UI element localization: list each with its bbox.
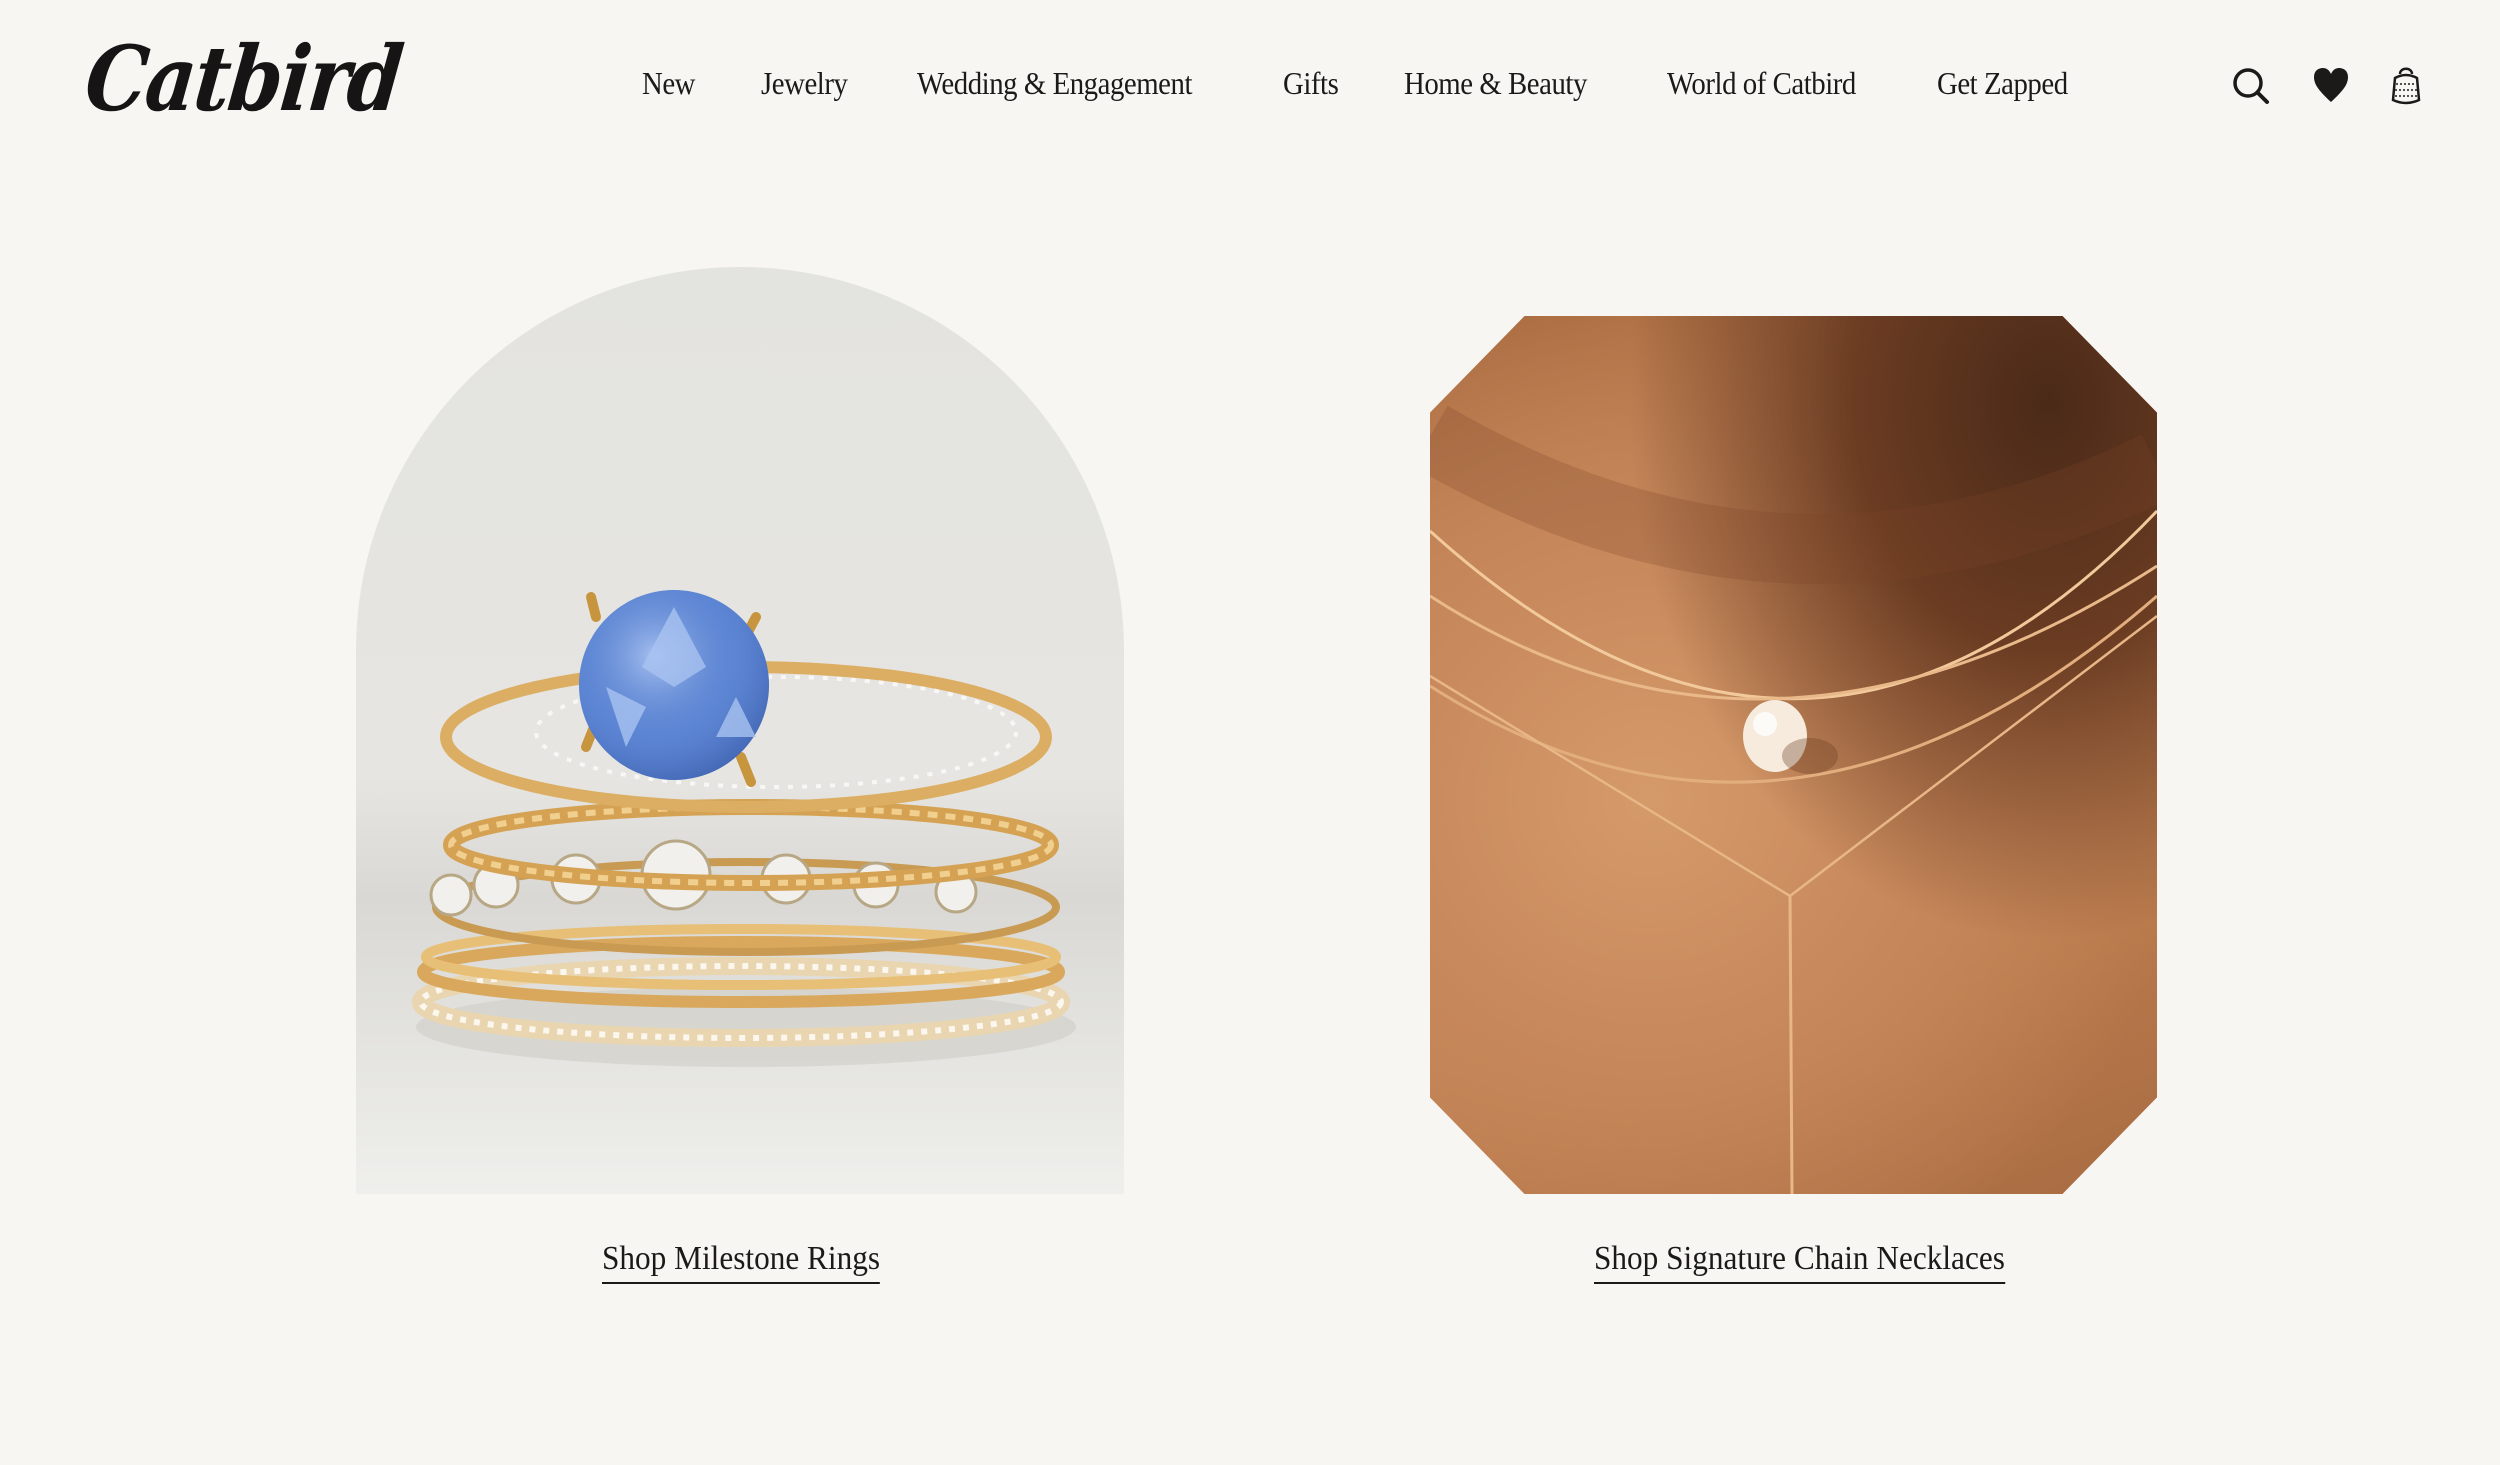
shopping-bag-icon[interactable] bbox=[2383, 60, 2429, 110]
nav-item-gifts[interactable]: Gifts bbox=[1283, 65, 1339, 102]
site-header: Catbird New Jewelry Wedding & Engagement… bbox=[0, 0, 2500, 170]
nav-item-wedding-engagement[interactable]: Wedding & Engagement bbox=[917, 65, 1192, 102]
nav-item-world-of-catbird[interactable]: World of Catbird bbox=[1667, 65, 1856, 102]
nav-item-home-beauty[interactable]: Home & Beauty bbox=[1404, 65, 1587, 102]
nav-item-get-zapped[interactable]: Get Zapped bbox=[1937, 65, 2068, 102]
nav-item-new[interactable]: New bbox=[642, 65, 695, 102]
shop-milestone-rings-link[interactable]: Shop Milestone Rings bbox=[602, 1240, 881, 1284]
shop-signature-chain-necklaces-link[interactable]: Shop Signature Chain Necklaces bbox=[1594, 1240, 2005, 1284]
nav-item-jewelry[interactable]: Jewelry bbox=[761, 65, 848, 102]
catbird-logo[interactable]: Catbird bbox=[80, 23, 406, 138]
main-nav: New Jewelry Wedding & Engagement Gifts H… bbox=[642, 58, 2082, 108]
signature-chain-necklaces-image[interactable] bbox=[1430, 316, 2157, 1194]
header-icons bbox=[2228, 60, 2428, 110]
search-icon[interactable] bbox=[2228, 60, 2274, 110]
milestone-rings-image[interactable] bbox=[356, 267, 1124, 1194]
heart-icon[interactable] bbox=[2308, 60, 2354, 110]
